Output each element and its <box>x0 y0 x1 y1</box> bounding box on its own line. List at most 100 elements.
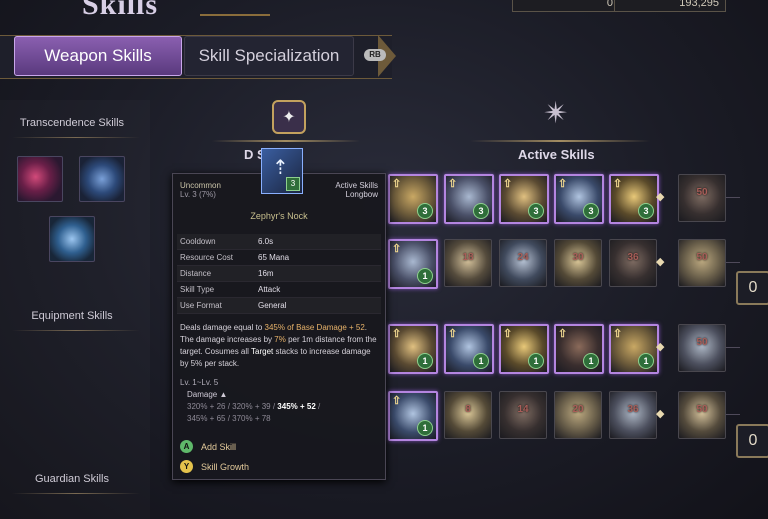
skill-tile[interactable]: 8 <box>444 391 492 439</box>
stat-value: 6.0s <box>258 237 274 246</box>
skill-tile[interactable]: 30 <box>554 239 602 287</box>
skill-tile[interactable]: ⇧ 3 <box>609 174 659 224</box>
upgrade-arrow-icon: ⇧ <box>392 328 402 340</box>
skill-level-badge: 1 <box>417 420 433 436</box>
tab-weapon-skills[interactable]: Weapon Skills <box>14 36 182 76</box>
section-heading-active: Active Skills <box>518 147 595 162</box>
skill-level-badge: 1 <box>417 353 433 369</box>
tooltip-rarity: Uncommon <box>180 181 221 190</box>
required-level: 8 <box>465 404 471 415</box>
upgrade-arrow-icon: ⇧ <box>448 328 458 340</box>
required-level: 18 <box>462 252 474 263</box>
skill-tile[interactable]: 50 <box>678 239 726 287</box>
tier-gem-icon: ◆ <box>656 341 665 353</box>
required-level: 36 <box>627 404 639 415</box>
skill-tile[interactable]: ⇧ 3 <box>499 174 549 224</box>
skill-tile[interactable]: 36 <box>609 239 657 287</box>
tier-gem-icon: ◆ <box>656 408 665 420</box>
a-button-icon: A <box>180 440 193 453</box>
skill-tooltip: ⇡ 3 Uncommon Lv. 3 (7%) Active Skills Lo… <box>172 148 386 480</box>
side-nav-button[interactable]: 0 <box>736 424 768 458</box>
add-skill-action[interactable]: A Add Skill <box>180 440 236 453</box>
skill-tile[interactable]: 50 <box>678 174 726 222</box>
skill-tile[interactable]: ⇧ 1 <box>609 324 659 374</box>
skill-tile[interactable]: ⇧ 1 <box>388 239 438 289</box>
transcendence-skill-wave-icon[interactable] <box>79 156 125 202</box>
required-level: 50 <box>696 404 708 415</box>
divider <box>12 137 140 138</box>
divider <box>212 140 360 142</box>
upgrade-arrow-icon: ⇧ <box>613 178 623 190</box>
currency-display-gold: 193,295 <box>614 0 726 12</box>
skill-level-badge: 3 <box>528 203 544 219</box>
skill-tile[interactable]: 50 <box>678 391 726 439</box>
skill-tile[interactable]: ⇧ 3 <box>444 174 494 224</box>
tooltip-category: Active Skills <box>335 181 378 190</box>
upgrade-arrow-icon: ⇧ <box>503 328 513 340</box>
tooltip-weapon: Longbow <box>345 190 378 199</box>
skill-tile[interactable]: ⇧ 3 <box>388 174 438 224</box>
upgrade-arrow-icon: ⇧ <box>558 178 568 190</box>
required-level: 30 <box>572 252 584 263</box>
tab-skill-specialization[interactable]: Skill Specialization <box>184 36 354 76</box>
tier-gem-icon: ◆ <box>656 256 665 268</box>
add-skill-label: Add Skill <box>201 441 237 452</box>
divider <box>12 330 140 331</box>
skill-tile[interactable]: ⇧ 1 <box>499 324 549 374</box>
skill-tile[interactable]: ⇧ 1 <box>388 391 438 441</box>
skill-tile[interactable]: 24 <box>499 239 547 287</box>
tooltip-level: Lv. 3 (7%) <box>180 190 216 199</box>
skill-tile[interactable]: ⇧ 1 <box>444 324 494 374</box>
required-level: 36 <box>627 252 639 263</box>
skill-level-badge: 3 <box>583 203 599 219</box>
skill-tile[interactable]: 20 <box>554 391 602 439</box>
skill-level-badge: 1 <box>583 353 599 369</box>
title-ornament <box>200 14 270 16</box>
upgrade-arrow-icon: ⇧ <box>503 178 513 190</box>
skill-level-badge: 1 <box>638 353 654 369</box>
skill-tile[interactable]: ⇧ 1 <box>388 324 438 374</box>
stat-row: Resource Cost 65 Mana <box>177 250 381 266</box>
stat-key: Skill Type <box>180 285 215 294</box>
required-level: 20 <box>572 404 584 415</box>
tooltip-stats-table: Cooldown 6.0s Resource Cost 65 Mana Distan… <box>177 234 381 314</box>
required-level: 24 <box>517 252 529 263</box>
stat-value: Attack <box>258 285 281 294</box>
upgrade-arrow-icon: ⇧ <box>613 328 623 340</box>
tooltip-skill-name: Zephyr's Nock <box>250 211 308 221</box>
skill-tile[interactable]: 14 <box>499 391 547 439</box>
rb-button-hint: RB <box>364 49 386 61</box>
page-title: Skills <box>82 0 159 21</box>
skill-level-badge: 3 <box>473 203 489 219</box>
side-nav-button[interactable]: 0 <box>736 271 768 305</box>
y-button-icon: Y <box>180 460 193 473</box>
upgrade-arrow-icon: ⇧ <box>392 178 402 190</box>
tooltip-damage-label: Damage ▲ <box>187 390 228 399</box>
sidebar-heading-equipment: Equipment Skills <box>31 310 113 322</box>
stat-key: Distance <box>180 269 212 278</box>
skill-level-badge: 3 <box>417 203 433 219</box>
active-skills-compass-icon: ✴ <box>543 97 569 130</box>
currency-display: 0 <box>512 0 620 12</box>
upgrade-arrow-icon: ⇧ <box>392 395 402 407</box>
stat-row: Cooldown 6.0s <box>177 234 381 250</box>
skill-growth-action[interactable]: Y Skill Growth <box>180 460 249 473</box>
required-level: 50 <box>696 252 708 263</box>
required-level: 50 <box>696 337 708 348</box>
tooltip-description: Deals damage equal to 345% of Base Damag… <box>180 323 377 368</box>
skill-tile[interactable]: ⇧ 1 <box>554 324 604 374</box>
tier-gem-icon: ◆ <box>656 191 665 203</box>
skill-tile[interactable]: 18 <box>444 239 492 287</box>
skill-tile[interactable]: 36 <box>609 391 657 439</box>
transcendence-skill-droplet-icon[interactable] <box>49 216 95 262</box>
upgrade-arrow-icon: ⇧ <box>558 328 568 340</box>
stat-key: Resource Cost <box>180 253 233 262</box>
divider <box>470 140 650 142</box>
skill-tile[interactable]: 50 <box>678 324 726 372</box>
upgrade-arrow-icon: ⇧ <box>448 178 458 190</box>
defense-skills-emblem-icon: ✦ <box>272 100 306 134</box>
skill-tile[interactable]: ⇧ 3 <box>554 174 604 224</box>
skill-level-badge: 3 <box>638 203 654 219</box>
stat-value: 16m <box>258 269 274 278</box>
transcendence-skill-crescent-icon[interactable] <box>17 156 63 202</box>
